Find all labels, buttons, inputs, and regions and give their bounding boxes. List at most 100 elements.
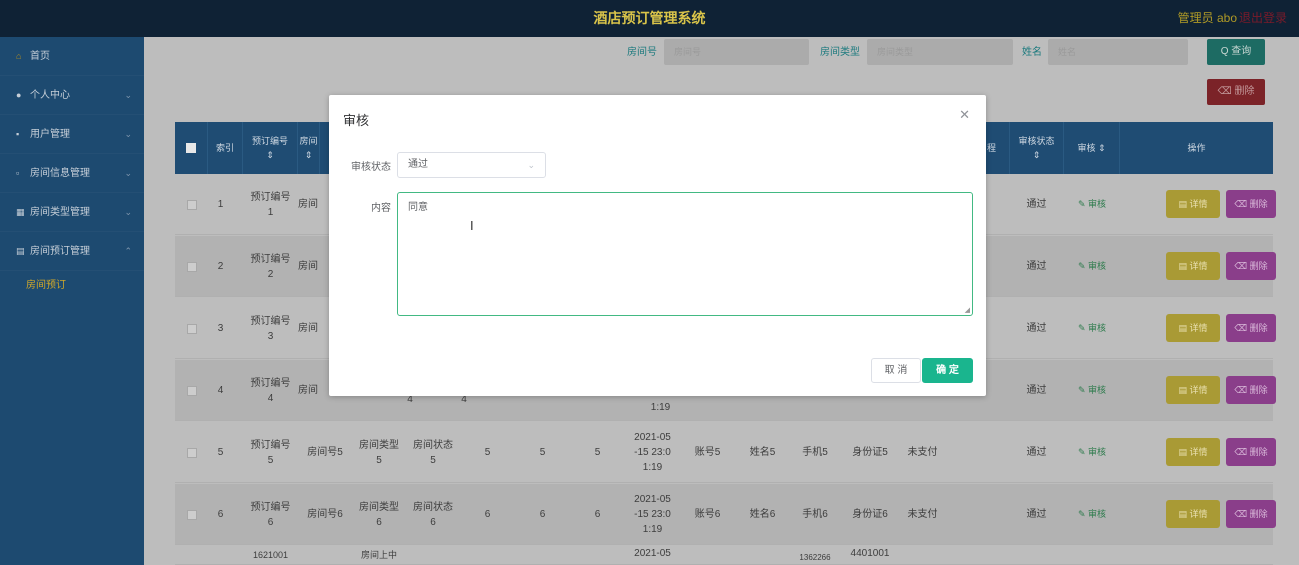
detail-button[interactable]: ▤ 详情: [1166, 314, 1220, 342]
header-audit-status[interactable]: 审核状态 ⇕: [1009, 122, 1064, 174]
document-icon: ▤: [1178, 323, 1187, 333]
row-checkbox[interactable]: [175, 236, 208, 297]
detail-button[interactable]: ▤ 详情: [1166, 190, 1220, 218]
header-booking-no[interactable]: 预订编号 ⇕: [243, 122, 298, 174]
sidebar-item-profile[interactable]: ● 个人中心 ⌄: [0, 76, 144, 115]
table-row: 6 预订编号 6 房间号6 房间类型 6 房间状态 6 6 6 6 2021-05 -1…: [175, 484, 1276, 545]
header-audit[interactable]: 审核 ⇕: [1064, 122, 1120, 174]
row-checkbox[interactable]: [175, 298, 208, 359]
cell-room: 房间号6: [307, 509, 343, 520]
header-room[interactable]: 房间 ⇕: [298, 122, 320, 174]
audit-status-select[interactable]: 通过 ⌄: [397, 152, 546, 178]
audit-link[interactable]: ✎ 审核: [1064, 360, 1120, 421]
top-bar: 酒店预订管理系统 管理员 abo 退出登录: [0, 0, 1299, 37]
row-checkbox[interactable]: [175, 422, 208, 483]
sidebar-item-room-type[interactable]: ▦ 房间类型管理 ⌄: [0, 193, 144, 232]
detail-button[interactable]: ▤ 详情: [1166, 252, 1220, 280]
logout-link[interactable]: 退出登录: [1239, 0, 1287, 37]
sidebar-item-room-info[interactable]: ▫ 房间信息管理 ⌄: [0, 154, 144, 193]
delete-label: 删除: [1249, 385, 1268, 395]
sort-icon: ⇕: [1097, 143, 1106, 153]
audit-dialog: 审核 ✕ 审核状态 通过 ⌄ 内容 同意 ◢ I 取 消 确 定: [329, 95, 986, 396]
audit-link[interactable]: ✎ 审核: [1064, 422, 1120, 483]
cell-text: 4: [267, 392, 274, 404]
delete-button[interactable]: ⌫ 删除: [1226, 438, 1276, 466]
audit-link[interactable]: ✎ 审核: [1064, 174, 1120, 235]
cell-text: 2021-05: [634, 494, 671, 505]
sidebar-item-users[interactable]: ▪ 用户管理 ⌄: [0, 115, 144, 154]
cell-booking-no: 预订编号 5: [243, 422, 298, 483]
cell-name: 姓名5: [749, 447, 776, 458]
room-icon: ▫: [16, 168, 20, 178]
cell-phone: 1362266: [799, 553, 831, 562]
cell-text: 预订编号: [250, 377, 291, 389]
cell-index: 3: [217, 323, 224, 334]
audit-link[interactable]: ✎ 审核: [1064, 484, 1120, 545]
cell-text: 预订编号: [250, 191, 291, 203]
cell-room-type: 房间类型 5: [352, 422, 406, 483]
room-no-input[interactable]: 房间号: [664, 39, 809, 65]
delete-button[interactable]: ⌫ 删除: [1226, 314, 1276, 342]
room-type-input[interactable]: 房间类型: [867, 39, 1013, 65]
content-textarea[interactable]: 同意 ◢: [397, 192, 973, 316]
confirm-button[interactable]: 确 定: [922, 358, 973, 383]
cell-pay-status: 未支付: [907, 447, 938, 458]
cell-text: 预订编号: [250, 501, 291, 513]
cell-index: 4: [217, 385, 224, 396]
header-audit-label: 审核: [1077, 143, 1096, 153]
close-icon[interactable]: ✕: [959, 107, 970, 123]
select-all-checkbox[interactable]: [175, 122, 208, 174]
cell-audit-status: 通过: [1026, 323, 1047, 334]
cell-text: 5: [267, 454, 274, 466]
app-title: 酒店预订管理系统: [593, 10, 706, 26]
delete-button[interactable]: ⌫ 删除: [1226, 500, 1276, 528]
detail-button[interactable]: ▤ 详情: [1166, 500, 1220, 528]
name-input[interactable]: 姓名: [1048, 39, 1188, 65]
edit-icon: ✎: [1077, 385, 1086, 395]
cell-text: -15 23:0: [634, 447, 671, 458]
cancel-button[interactable]: 取 消: [871, 358, 921, 383]
resize-handle-icon[interactable]: ◢: [965, 306, 970, 314]
delete-label: 删除: [1249, 199, 1268, 209]
audit-link[interactable]: ✎ 审核: [1064, 298, 1120, 359]
users-icon: ▪: [16, 129, 20, 139]
sidebar-item-booking[interactable]: ▤ 房间预订管理 ⌃: [0, 232, 144, 271]
delete-button[interactable]: ⌫ 删除: [1226, 376, 1276, 404]
audit-link[interactable]: ✎ 审核: [1064, 236, 1120, 297]
cell-audit-status: 通过: [1026, 385, 1047, 396]
cell-time: 2021-05 -15 23:0 1:19: [625, 484, 680, 545]
delete-button[interactable]: ⌫ 删除: [1226, 190, 1276, 218]
audit-status-label: 审核状态: [351, 162, 391, 173]
cell-num: 6: [484, 509, 491, 520]
cell-idcard: 身份证5: [852, 447, 888, 458]
sidebar-item-home[interactable]: ⌂ 首页: [0, 37, 144, 76]
cell-idcard: 4401001: [850, 548, 890, 559]
chevron-up-icon: ⌃: [124, 246, 132, 256]
cell-index: 5: [217, 447, 224, 458]
row-checkbox[interactable]: [175, 484, 208, 545]
detail-label: 详情: [1189, 509, 1208, 519]
cell-text: 房间类型: [359, 501, 399, 513]
detail-button[interactable]: ▤ 详情: [1166, 376, 1220, 404]
edit-icon: ✎: [1077, 447, 1086, 457]
content-value: 同意: [408, 202, 428, 213]
cell-text: 预订编号: [250, 439, 291, 451]
cell-room-type: 房间上中: [360, 550, 397, 560]
trash-icon: ⌫: [1234, 199, 1248, 209]
row-checkbox[interactable]: [175, 360, 208, 421]
delete-label: 删除: [1249, 447, 1268, 457]
audit-status-value: 通过: [408, 159, 428, 170]
cell-room-status: 房间状态 6: [406, 484, 460, 545]
header-partial: 程: [987, 143, 997, 153]
sidebar-subitem-room-booking[interactable]: 房间预订: [0, 271, 144, 301]
name-label: 姓名: [1022, 47, 1042, 58]
search-button[interactable]: Q 查询: [1207, 39, 1265, 65]
delete-button[interactable]: ⌫ 删除: [1226, 252, 1276, 280]
detail-button[interactable]: ▤ 详情: [1166, 438, 1220, 466]
cell-text: 1:19: [642, 462, 663, 473]
row-checkbox[interactable]: [175, 174, 208, 235]
batch-delete-button[interactable]: ⌫ 删除: [1207, 79, 1265, 105]
cell-pay-status: 未支付: [907, 509, 938, 520]
cell-idcard: 身份证6: [852, 509, 888, 520]
cell-account: 账号6: [694, 509, 721, 520]
